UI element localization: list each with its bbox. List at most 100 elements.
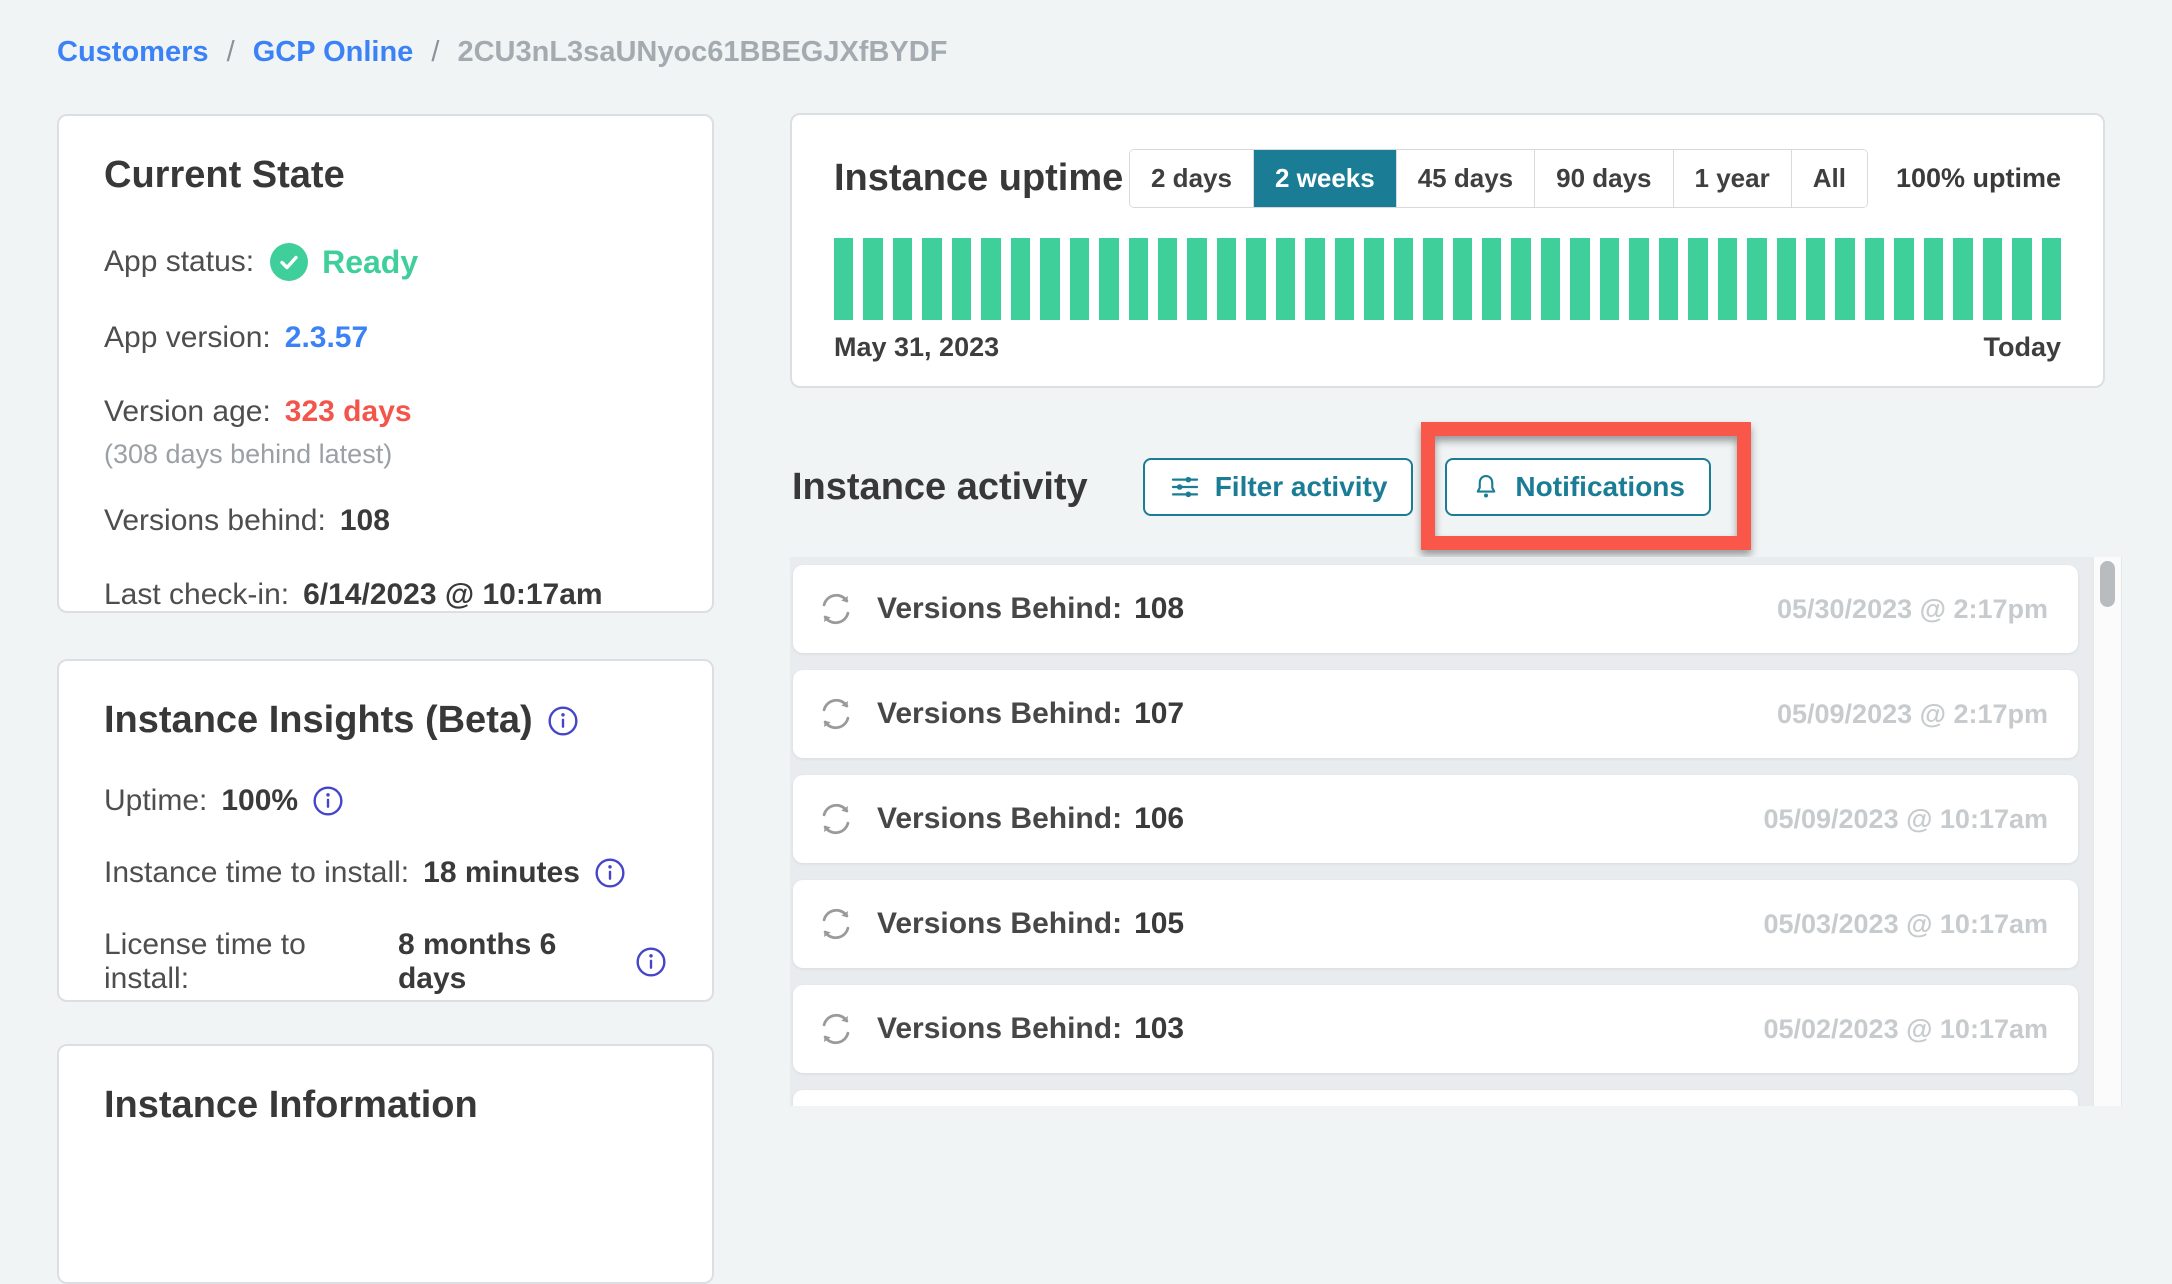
uptime-bar [863, 238, 882, 320]
sync-icon [815, 798, 857, 840]
uptime-bar [1806, 238, 1825, 320]
info-icon[interactable] [594, 857, 626, 889]
uptime-range-end-label: Today [1983, 332, 2061, 363]
app-status-label: App status: [104, 245, 254, 279]
tab-2-weeks[interactable]: 2 weeks [1254, 150, 1397, 207]
uptime-bar [1953, 238, 1972, 320]
activity-row-partial[interactable] [793, 1090, 2078, 1106]
last-checkin-row: Last check-in: 6/14/2023 @ 10:17am [104, 578, 667, 612]
uptime-bar [2012, 238, 2031, 320]
uptime-bar [1983, 238, 2002, 320]
activity-row-value: 105 [1134, 907, 1184, 941]
version-age-label: Version age: [104, 395, 271, 429]
breadcrumb-separator: / [217, 36, 245, 68]
activity-row-timestamp: 05/02/2023 @ 10:17am [1763, 1014, 2048, 1045]
uptime-bar [1453, 238, 1472, 320]
license-install-row: License time to install: 8 months 6 days [104, 928, 667, 996]
filter-activity-label: Filter activity [1215, 471, 1388, 503]
activity-row-timestamp: 05/09/2023 @ 2:17pm [1777, 699, 2048, 730]
app-version-value[interactable]: 2.3.57 [285, 321, 368, 355]
uptime-bar [1394, 238, 1413, 320]
license-install-value: 8 months 6 days [398, 928, 621, 996]
instance-information-card: Instance Information [57, 1044, 714, 1284]
sync-icon [815, 903, 857, 945]
instance-insights-title: Instance Insights (Beta) [104, 699, 533, 742]
activity-row[interactable]: Versions Behind: 108 05/30/2023 @ 2:17pm [793, 565, 2078, 653]
uptime-bar [1423, 238, 1442, 320]
versions-behind-row: Versions behind: 108 [104, 504, 667, 538]
activity-row[interactable]: Versions Behind:10305/02/2023 @ 10:17am [793, 985, 2078, 1073]
instance-install-value: 18 minutes [423, 856, 580, 890]
uptime-bar [1482, 238, 1501, 320]
uptime-bar [1187, 238, 1206, 320]
breadcrumb: Customers / GCP Online / 2CU3nL3saUNyoc6… [57, 36, 947, 69]
uptime-bar [893, 238, 912, 320]
uptime-bar [1541, 238, 1560, 320]
current-state-title: Current State [104, 154, 667, 197]
uptime-bar [1070, 238, 1089, 320]
license-install-label: License time to install: [104, 928, 384, 996]
activity-row[interactable]: Versions Behind: 107 05/09/2023 @ 2:17pm [793, 670, 2078, 758]
instance-uptime-card: Instance uptime 2 days 2 weeks 45 days 9… [790, 113, 2105, 388]
sync-icon [815, 693, 857, 735]
app-status-value: Ready [322, 244, 418, 281]
uptime-bar [1718, 238, 1737, 320]
instance-install-label: Instance time to install: [104, 856, 409, 890]
activity-row-timestamp: 05/30/2023 @ 2:17pm [1777, 594, 2048, 625]
uptime-bar [1217, 238, 1236, 320]
uptime-bar [1011, 238, 1030, 320]
activity-row-label: Versions Behind: [877, 697, 1122, 731]
breadcrumb-link-customers[interactable]: Customers [57, 36, 209, 68]
tab-1-year[interactable]: 1 year [1674, 150, 1792, 207]
tab-45-days[interactable]: 45 days [1397, 150, 1535, 207]
uptime-bar [1040, 238, 1059, 320]
tab-all[interactable]: All [1792, 150, 1867, 207]
last-checkin-label: Last check-in: [104, 578, 289, 612]
ready-check-icon [270, 243, 308, 281]
uptime-insight-label: Uptime: [104, 784, 207, 818]
uptime-bar [1246, 238, 1265, 320]
uptime-bar [1276, 238, 1295, 320]
bell-icon [1471, 472, 1501, 502]
app-version-label: App version: [104, 321, 271, 355]
activity-row[interactable]: Versions Behind:10605/09/2023 @ 10:17am [793, 775, 2078, 863]
last-checkin-value: 6/14/2023 @ 10:17am [303, 578, 602, 612]
activity-row-label: Versions Behind: [877, 592, 1122, 626]
breadcrumb-link-customer[interactable]: GCP Online [253, 36, 414, 68]
tab-90-days[interactable]: 90 days [1535, 150, 1673, 207]
filter-activity-button[interactable]: Filter activity [1143, 458, 1414, 516]
app-version-row: App version: 2.3.57 [104, 321, 667, 355]
activity-row-value: 108 [1134, 592, 1184, 626]
versions-behind-label: Versions behind: [104, 504, 326, 538]
uptime-bar [1511, 238, 1530, 320]
uptime-bar-chart [834, 238, 2061, 320]
filter-sliders-icon [1169, 471, 1201, 503]
info-icon[interactable] [547, 705, 579, 737]
activity-row-value: 107 [1134, 697, 1184, 731]
version-age-value: 323 days [285, 395, 412, 429]
uptime-bar [1099, 238, 1118, 320]
app-status-row: App status: Ready [104, 243, 667, 281]
uptime-bar [1659, 238, 1678, 320]
notifications-button[interactable]: Notifications [1445, 458, 1711, 516]
scrollbar-track[interactable] [2093, 557, 2122, 1106]
activity-row-value: 106 [1134, 802, 1184, 836]
uptime-bar [1865, 238, 1884, 320]
uptime-bar [1835, 238, 1854, 320]
instance-install-row: Instance time to install: 18 minutes [104, 856, 667, 890]
breadcrumb-instance-id: 2CU3nL3saUNyoc61BBEGJXfBYDF [457, 36, 947, 68]
tab-2-days[interactable]: 2 days [1130, 150, 1254, 207]
uptime-bar [1777, 238, 1796, 320]
uptime-bar [834, 238, 853, 320]
scrollbar-thumb[interactable] [2100, 561, 2115, 607]
uptime-bar [952, 238, 971, 320]
uptime-bar [1158, 238, 1177, 320]
info-icon[interactable] [635, 946, 667, 978]
uptime-bar [1924, 238, 1943, 320]
info-icon[interactable] [312, 785, 344, 817]
current-state-card: Current State App status: Ready App vers… [57, 114, 714, 613]
uptime-insight-value: 100% [221, 784, 298, 818]
activity-row[interactable]: Versions Behind:10505/03/2023 @ 10:17am [793, 880, 2078, 968]
instance-insights-card: Instance Insights (Beta) Uptime: 100% In… [57, 659, 714, 1002]
instance-activity-list[interactable]: Versions Behind:10805/30/2023 @ 2:17pmVe… [790, 557, 2122, 1106]
